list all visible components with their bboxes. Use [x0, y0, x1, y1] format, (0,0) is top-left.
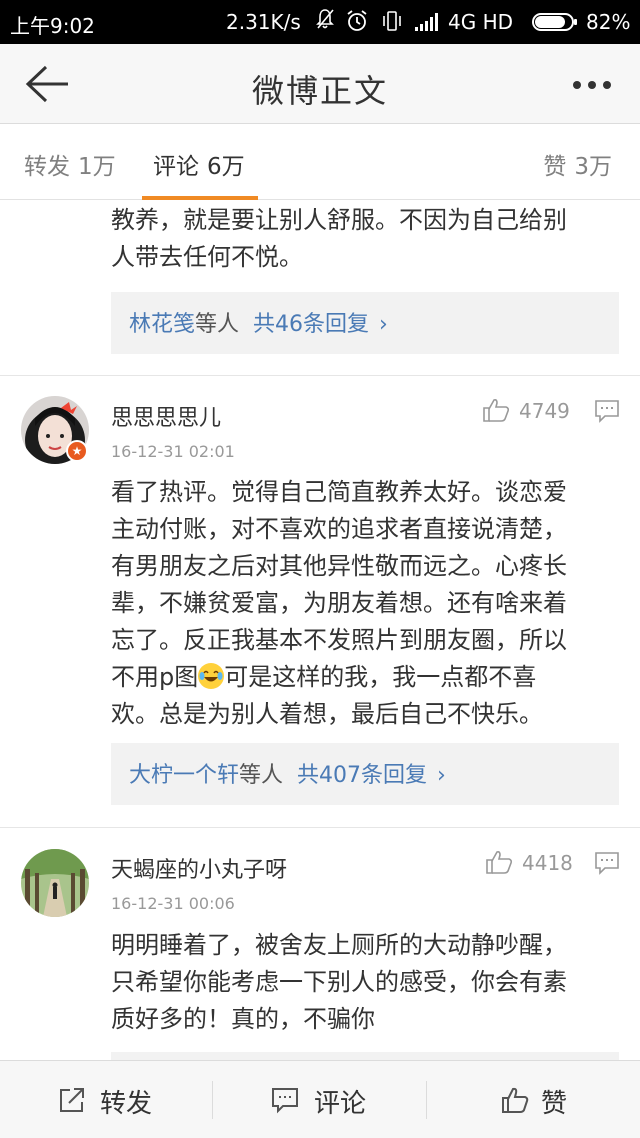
weibo-detail-screen: 上午9:02 2.31K/s 4G HD 82% 微博正文 转发 1万 评论 6…	[0, 0, 640, 1138]
tab-repost-label: 转发	[24, 154, 70, 180]
comment-text-line: 辈，不嫌贫爱富，为朋友着想。还有啥来着	[111, 589, 567, 617]
comment-list[interactable]: 教养，就是要让别人舒服。不因为自己给别 人带去任何不悦。 林花笺等人 共46条回复…	[0, 200, 640, 1060]
like-label: 赞	[541, 1089, 568, 1119]
mute-bell-icon	[316, 9, 334, 29]
verified-badge-icon: ★	[66, 440, 88, 462]
comment-label: 评论	[314, 1089, 367, 1119]
tab-comment[interactable]: 评论 6万	[153, 147, 245, 181]
comment-text-line: 有男朋友之后对其他异性敬而远之。心疼长	[111, 552, 567, 580]
comment-divider	[0, 375, 640, 376]
avatar-image	[21, 849, 89, 917]
tab-comment-label: 评论	[153, 154, 199, 180]
reply-etc-label: 等人	[195, 312, 240, 337]
comment-text: 明明睡着了，被舍友上厕所的大动静吵醒， 只希望你能考虑一下别人的感受，你会有素 …	[111, 927, 621, 1038]
tab-comment-count: 6万	[207, 154, 245, 180]
battery-percent: 82%	[586, 10, 631, 34]
comment-text-line: 明明睡着了，被舍友上厕所的大动静吵醒，	[111, 931, 567, 959]
comment-text-line: 人带去任何不悦。	[111, 243, 303, 271]
reply-summary-box[interactable]: 大柠一个轩等人 共407条回复 ›	[111, 743, 619, 805]
tab-like[interactable]: 赞 3万	[543, 147, 612, 181]
top-navigation-bar: 微博正文	[0, 44, 640, 124]
chevron-right-icon: ›	[437, 763, 446, 788]
tab-repost-count: 1万	[78, 154, 116, 180]
tab-bar: 转发 1万 评论 6万 赞 3万	[0, 125, 640, 200]
comment-text-line-with-emoji: 不用p图 可是这样的我，我一点都不喜	[111, 659, 621, 696]
comment-text-line: 忘了。反正我基本不发照片到朋友圈，所以	[111, 626, 567, 654]
like-count: 4418	[522, 851, 573, 875]
comment-text-line: 欢。总是为别人着想，最后自己不快乐。	[111, 700, 543, 728]
comment-time: 16-12-31 00:06	[111, 894, 235, 913]
vibrate-icon	[383, 11, 401, 31]
alarm-icon	[347, 10, 367, 31]
comment-text: 教养，就是要让别人舒服。不因为自己给别 人带去任何不悦。	[111, 202, 621, 276]
page-title: 微博正文	[251, 72, 388, 110]
comment-bubble-icon	[272, 1088, 298, 1114]
comment-button[interactable]: 评论	[213, 1061, 426, 1138]
tab-like-count: 3万	[574, 154, 612, 180]
comment-username[interactable]: 思思思思儿	[111, 400, 221, 432]
repost-label: 转发	[100, 1089, 153, 1119]
bottom-action-bar: 转发 评论 赞	[0, 1060, 640, 1138]
reply-user-name[interactable]: 大柠一个轩	[129, 763, 239, 788]
like-count: 4749	[519, 399, 570, 423]
like-button[interactable]: 赞	[427, 1061, 640, 1138]
reply-user-name[interactable]: 林花笺	[129, 312, 195, 337]
comment-bubble-icon[interactable]	[594, 851, 620, 875]
signal-strength-icon	[415, 13, 438, 31]
more-dots-icon[interactable]	[572, 80, 612, 90]
reply-summary-box-partial[interactable]	[111, 1052, 619, 1060]
status-network-speed: 2.31K/s	[226, 10, 301, 34]
comment-text-fragment: 可是这样的我，我一点都不喜	[224, 663, 537, 691]
comment-text-line: 质好多的！真的，不骗你	[111, 1005, 375, 1033]
comment-text-line: 主动付账，对不喜欢的追求者直接说清楚，	[111, 515, 567, 543]
repost-button[interactable]: 转发	[0, 1061, 213, 1138]
thumbs-up-icon[interactable]	[485, 849, 513, 875]
comment-time: 16-12-31 02:01	[111, 442, 235, 461]
reply-summary-box[interactable]: 林花笺等人 共46条回复 ›	[111, 292, 619, 354]
tab-repost[interactable]: 转发 1万	[24, 147, 116, 181]
comment-divider	[0, 827, 640, 828]
battery-icon	[532, 13, 577, 31]
reply-count[interactable]: 共407条回复	[297, 763, 427, 788]
comment-text: 看了热评。觉得自己简直教养太好。谈恋爱 主动付账，对不喜欢的追求者直接说清楚， …	[111, 474, 621, 733]
status-network-type: 4G HD	[448, 10, 514, 34]
thumbs-up-icon[interactable]	[482, 397, 510, 423]
comment-username[interactable]: 天蝎座的小丸子呀	[111, 852, 287, 884]
chevron-right-icon: ›	[379, 312, 388, 337]
status-bar: 上午9:02 2.31K/s 4G HD 82%	[0, 0, 640, 44]
comment-text-line: 看了热评。觉得自己简直教养太好。谈恋爱	[111, 478, 567, 506]
comment-text-line: 只希望你能考虑一下别人的感受，你会有素	[111, 968, 567, 996]
comment-text-fragment: 不用p图	[111, 663, 199, 691]
thumbs-up-icon	[502, 1087, 529, 1113]
reply-etc-label: 等人	[239, 763, 284, 788]
avatar[interactable]	[21, 849, 89, 917]
reply-count[interactable]: 共46条回复	[253, 312, 369, 337]
laugh-cry-emoji-icon	[198, 663, 225, 689]
comment-bubble-icon[interactable]	[594, 399, 620, 423]
repost-share-icon	[60, 1088, 84, 1112]
tab-like-label: 赞	[543, 154, 567, 180]
comment-text-line: 教养，就是要让别人舒服。不因为自己给别	[111, 206, 567, 234]
status-time: 上午9:02	[10, 14, 95, 38]
